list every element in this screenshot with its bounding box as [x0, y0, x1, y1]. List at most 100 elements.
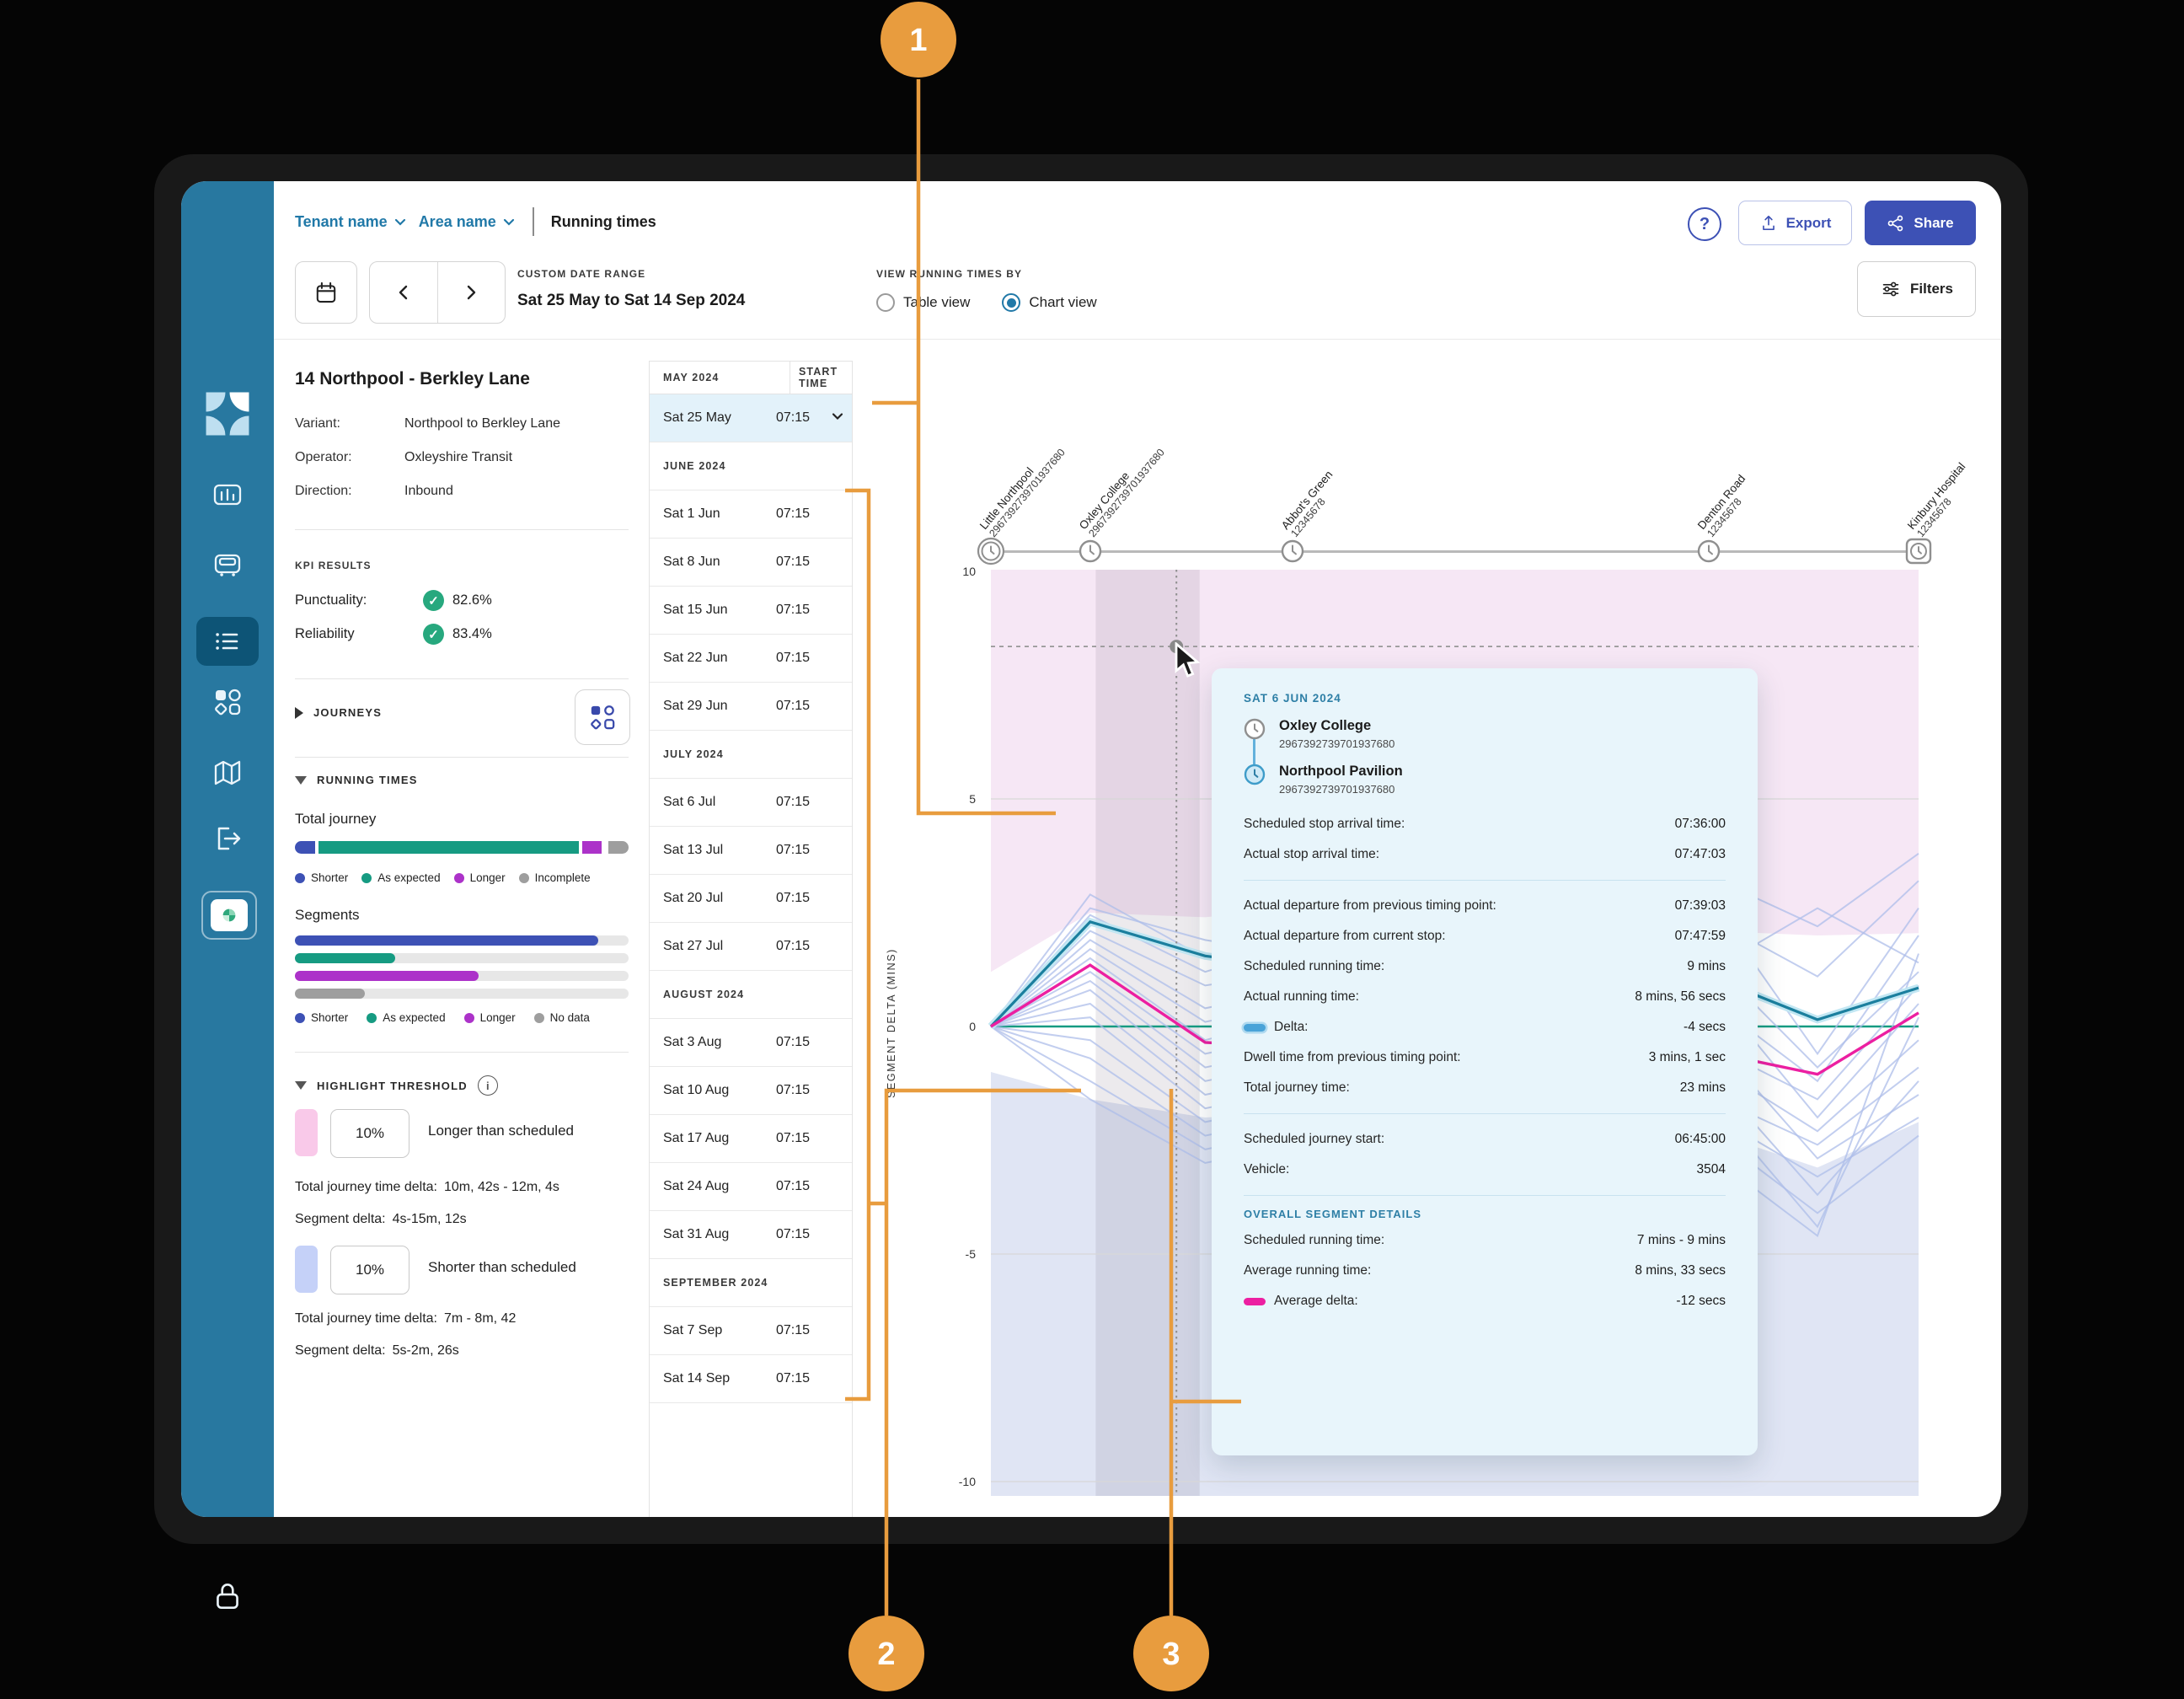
date-row-sat-13-jul[interactable]: Sat 13 Jul07:15: [650, 827, 852, 875]
segment-bar-fill: [295, 989, 365, 999]
date-row-sat-31-aug[interactable]: Sat 31 Aug07:15: [650, 1211, 852, 1259]
variant-value: Northpool to Berkley Lane: [404, 416, 560, 431]
radio-off-icon: [876, 293, 895, 312]
radio-table-label: Table view: [903, 294, 970, 311]
divider: [295, 1052, 629, 1053]
y-tick-label: -10: [959, 1475, 976, 1488]
date-row-sat-27-jul[interactable]: Sat 27 Jul07:15: [650, 923, 852, 971]
segment-bar-track: [295, 989, 629, 999]
tooltip-row-label: Average running time:: [1244, 1263, 1371, 1278]
total-journey-label: Total journey: [295, 811, 376, 828]
longer-threshold-input[interactable]: 10%: [330, 1109, 410, 1158]
longer-threshold-swatch: [295, 1109, 318, 1156]
tenant-dropdown[interactable]: Tenant name: [295, 213, 407, 231]
tooltip-row: Average running time:8 mins, 33 secs: [1244, 1256, 1726, 1286]
legend-label: Longer: [480, 1011, 516, 1024]
segment-bar-track: [295, 953, 629, 963]
tooltip-row-label: Actual stop arrival time:: [1244, 847, 1379, 862]
shorter-threshold-input[interactable]: 10%: [330, 1246, 410, 1294]
route-variant-row: Variant: Northpool to Berkley Lane: [295, 416, 632, 431]
tooltip-row-value: 06:45:00: [1675, 1132, 1726, 1147]
date-row-sat-20-jul[interactable]: Sat 20 Jul07:15: [650, 875, 852, 923]
filters-button[interactable]: Filters: [1857, 261, 1976, 317]
screenshot-stage: Tenant name Area name Running times ? Ex…: [0, 0, 2184, 1699]
sidebar-item-analytics[interactable]: [181, 478, 274, 512]
sidebar-item-components[interactable]: [181, 685, 274, 719]
share-button[interactable]: Share: [1865, 201, 1976, 245]
journeys-section-toggle[interactable]: JOURNEYS: [295, 706, 382, 719]
tenant-label: Tenant name: [295, 213, 388, 231]
variant-label: Variant:: [295, 416, 404, 431]
legend-dot-icon: [295, 873, 305, 883]
date-row-sat-10-aug[interactable]: Sat 10 Aug07:15: [650, 1067, 852, 1115]
segments-label: Segments: [295, 907, 360, 924]
info-icon[interactable]: i: [478, 1075, 498, 1096]
segment-bar-track: [295, 935, 629, 946]
month-column-header: MAY 2024: [650, 372, 790, 383]
threshold-section-toggle[interactable]: HIGHLIGHT THRESHOLD i: [295, 1075, 498, 1096]
page-title: Running times: [551, 213, 656, 231]
shorter-segment-delta: Segment delta:5s-2m, 26s: [295, 1343, 459, 1359]
segment-tooltip: SAT 6 JUN 2024Oxley College2967392739701…: [1212, 668, 1758, 1455]
date-label: Sat 8 Jun: [650, 555, 776, 570]
tooltip-divider: [1244, 880, 1726, 881]
chevron-left-icon: [395, 284, 412, 301]
date-row-sat-7-sep[interactable]: Sat 7 Sep07:15: [650, 1307, 852, 1355]
operator-label: Operator:: [295, 450, 404, 465]
tooltip-row: Actual departure from current stop:07:47…: [1244, 921, 1726, 951]
date-row-sat-29-jun[interactable]: Sat 29 Jun07:15: [650, 683, 852, 731]
radio-chart-view[interactable]: Chart view: [1002, 293, 1096, 312]
sidebar-item-logout[interactable]: [181, 822, 274, 855]
divider: [295, 757, 629, 758]
start-time-value: 07:15: [776, 506, 830, 522]
start-time-value: 07:15: [776, 1179, 830, 1194]
tooltip-row-value: -4 secs: [1684, 1020, 1726, 1035]
legend-label: Longer: [470, 871, 506, 884]
start-time-value: 07:15: [776, 603, 830, 618]
date-row-sat-25-may[interactable]: Sat 25 May07:15: [650, 394, 852, 442]
area-label: Area name: [419, 213, 496, 231]
running-times-section-toggle[interactable]: RUNNING TIMES: [295, 774, 418, 786]
sidebar-item-running-times[interactable]: [196, 617, 259, 666]
journeys-grid-button[interactable]: [575, 689, 630, 745]
date-row-sat-8-jun[interactable]: Sat 8 Jun07:15: [650, 539, 852, 587]
y-axis-label: SEGMENT DELTA (MINS): [886, 871, 897, 1175]
date-row-sat-1-jun[interactable]: Sat 1 Jun07:15: [650, 490, 852, 539]
tooltip-row-label: Delta:: [1244, 1020, 1309, 1035]
date-row-sat-3-aug[interactable]: Sat 3 Aug07:15: [650, 1019, 852, 1067]
next-date-button[interactable]: [438, 262, 506, 323]
date-list-header: MAY 2024START TIME: [650, 361, 852, 394]
punctuality-label: Punctuality:: [295, 592, 423, 608]
share-icon: [1887, 214, 1905, 233]
date-row-sat-22-jun[interactable]: Sat 22 Jun07:15: [650, 635, 852, 683]
calendar-button[interactable]: [295, 261, 357, 324]
sidebar-item-vehicles[interactable]: [181, 549, 274, 582]
date-row-sat-24-aug[interactable]: Sat 24 Aug07:15: [650, 1163, 852, 1211]
radio-table-view[interactable]: Table view: [876, 293, 970, 312]
date-row-sat-15-jun[interactable]: Sat 15 Jun07:15: [650, 587, 852, 635]
sidebar-item-lock[interactable]: [181, 1578, 274, 1614]
date-list-month-header: AUGUST 2024: [650, 971, 852, 1019]
area-dropdown[interactable]: Area name: [419, 213, 516, 231]
date-row-sat-6-jul[interactable]: Sat 6 Jul07:15: [650, 779, 852, 827]
prev-date-button[interactable]: [370, 262, 438, 323]
tooltip-row-label: Total journey time:: [1244, 1080, 1350, 1096]
sidebar-item-map[interactable]: [181, 756, 274, 790]
date-label: Sat 29 Jun: [650, 699, 776, 714]
legend-label: Incomplete: [535, 871, 591, 884]
export-button[interactable]: Export: [1738, 201, 1852, 245]
date-row-sat-17-aug[interactable]: Sat 17 Aug07:15: [650, 1115, 852, 1163]
legend-label: No data: [550, 1011, 590, 1024]
date-row-sat-14-sep[interactable]: Sat 14 Sep07:15: [650, 1355, 852, 1403]
sidebar-item-app[interactable]: [201, 891, 257, 940]
tooltip-row-value: 07:36:00: [1675, 817, 1726, 832]
route-title: 14 Northpool - Berkley Lane: [295, 369, 530, 389]
segments-bars: [295, 935, 629, 1006]
direction-value: Inbound: [404, 484, 453, 499]
date-label: Sat 3 Aug: [650, 1035, 776, 1050]
expanded-arrow-icon: [295, 776, 307, 785]
help-button[interactable]: ?: [1688, 207, 1721, 241]
date-label: Sat 31 Aug: [650, 1227, 776, 1242]
stop-marker-clock-icon: [1900, 533, 1937, 574]
legend-dot-icon: [361, 873, 372, 883]
